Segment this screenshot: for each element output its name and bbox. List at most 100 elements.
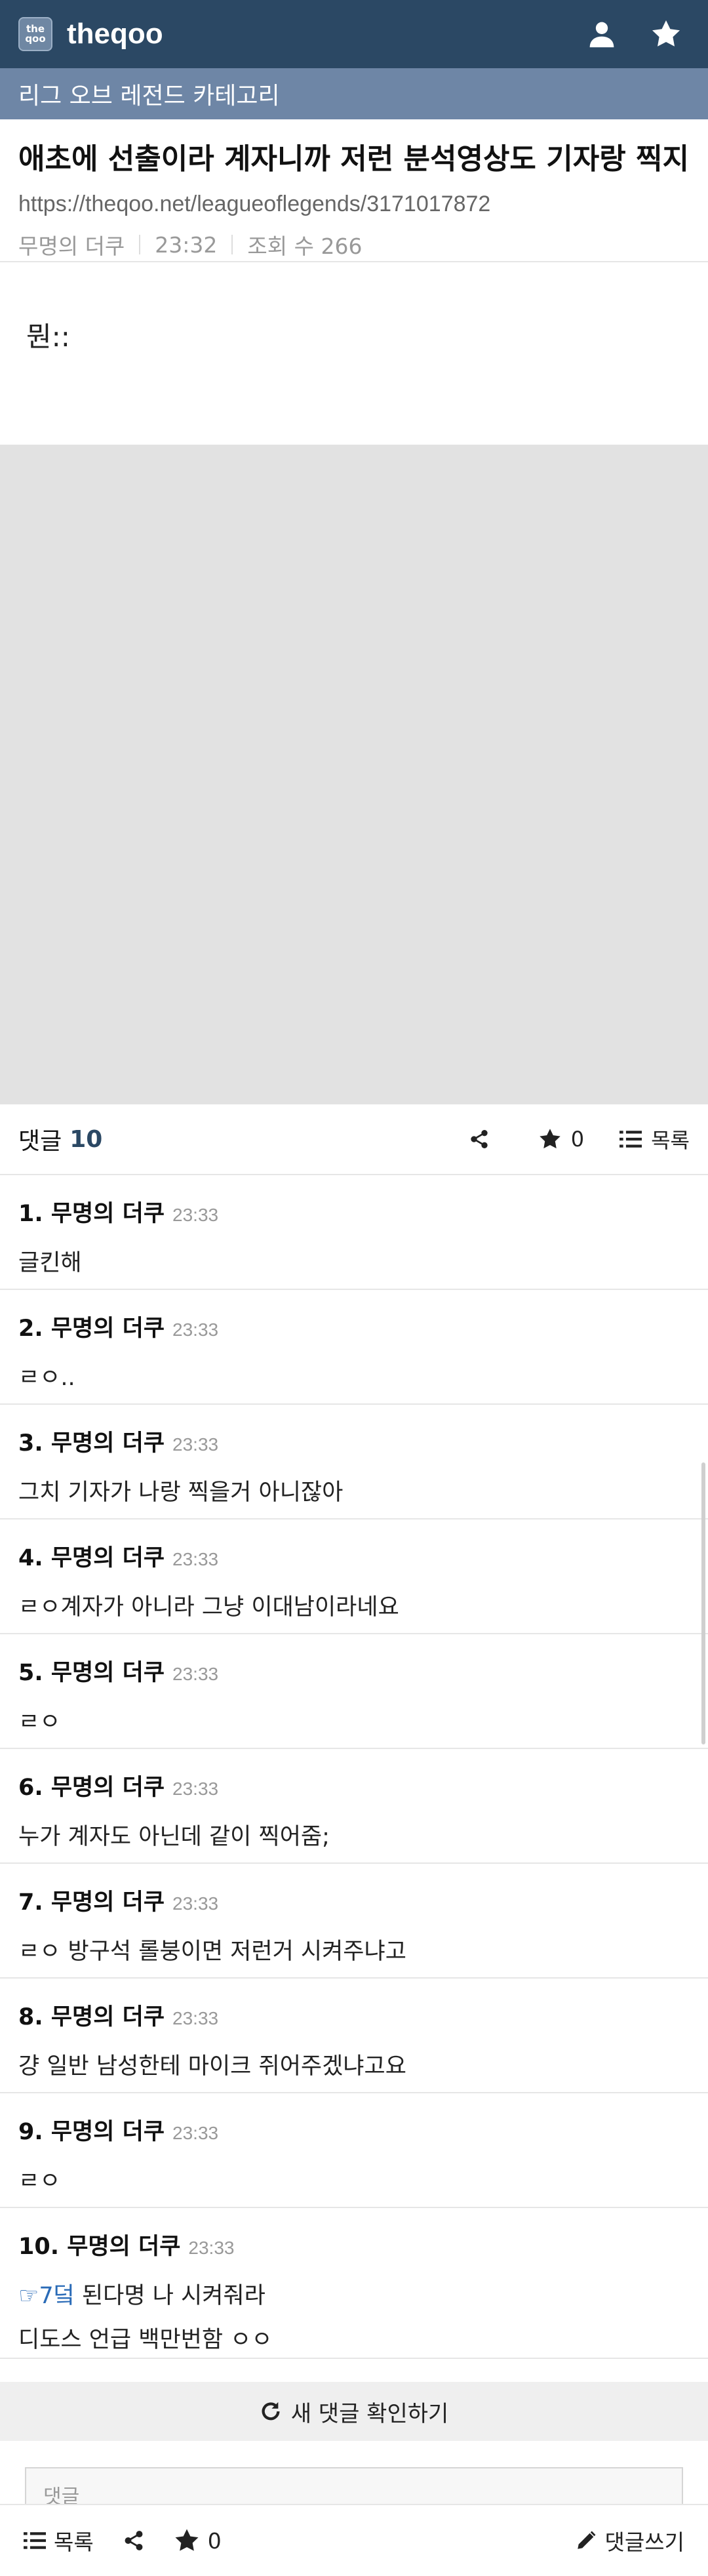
comment-item: 2. 무명의 더쿠 23:33 ㄹㅇ..	[0, 1290, 708, 1405]
share-icon	[125, 2531, 143, 2550]
category-label: 리그 오브 레전드 카테고리	[18, 83, 280, 110]
bottom-bar: 목록 0 댓글쓰기	[0, 2504, 708, 2576]
post-meta: 무명의 더쿠 23:32 조회 수 266	[18, 229, 690, 260]
star-icon[interactable]	[650, 18, 682, 50]
comment-text: 누가 계자도 아닌데 같이 찍어줌;	[18, 1824, 330, 1850]
comment-number: 5.	[18, 1660, 43, 1686]
comment-text: ☞7덬 된다명 나 시켜줘라	[18, 2277, 690, 2310]
comments-count: 10	[69, 1125, 103, 1153]
meta-divider	[139, 235, 141, 254]
comment-number: 6.	[18, 1775, 43, 1801]
comment-number: 10.	[18, 2234, 60, 2260]
star-icon	[175, 2529, 199, 2551]
write-comment-button[interactable]: 댓글쓰기	[575, 2525, 684, 2556]
pencil-icon	[577, 2531, 596, 2549]
comment-item: 5. 무명의 더쿠 23:33 ㄹㅇ	[0, 1634, 708, 1749]
comment-actions: 0 목록	[469, 1124, 690, 1154]
comment-time: 23:33	[172, 1434, 219, 1455]
comment-number: 1.	[18, 1201, 43, 1227]
top-bar: the qoo theqoo	[0, 0, 708, 68]
comment-item: 4. 무명의 더쿠 23:33 ㄹㅇ계자가 아니라 그냥 이대남이라네요	[0, 1519, 708, 1634]
comment-time: 23:33	[172, 2008, 219, 2028]
comment-author[interactable]: 무명의 더쿠	[51, 1310, 165, 1343]
comment-text: 걍 일반 남성한테 마이크 쥐어주겠냐고요	[18, 2053, 406, 2080]
scrap-button[interactable]: 0	[538, 1127, 584, 1152]
post-author: 무명의 더쿠	[18, 233, 125, 259]
user-icon[interactable]	[587, 20, 616, 49]
reply-link[interactable]: ☞7덬	[18, 2283, 75, 2309]
comment-number: 8.	[18, 2004, 43, 2030]
comment-author[interactable]: 무명의 더쿠	[51, 1998, 165, 2032]
list-button[interactable]: 목록	[620, 1124, 690, 1154]
comment-text: ㄹㅇ	[18, 1709, 61, 1735]
star-count: 0	[570, 1127, 585, 1152]
star-icon	[540, 1129, 560, 1149]
list-icon	[24, 2532, 46, 2549]
bottom-list-button[interactable]: 목록	[24, 2525, 94, 2556]
comments-header: 댓글 10 0 목록	[0, 1104, 708, 1175]
share-icon	[471, 1130, 488, 1148]
comment-item: 9. 무명의 더쿠 23:33 ㄹㅇ	[0, 2093, 708, 2208]
comment-text: ㄹㅇ	[18, 2168, 61, 2194]
comment-text: ㄹㅇ 방구석 롤붕이면 저런거 시켜주냐고	[18, 1939, 406, 1965]
comment-time: 23:33	[172, 1893, 219, 1914]
post-header: 애초에 선출이라 계자니까 저런 분석영상도 기자랑 찍지.. https://…	[0, 119, 708, 262]
comment-text-line: 된다명 나 시켜줘라	[74, 2283, 266, 2309]
post-body: 뭔::	[0, 262, 708, 445]
top-icons	[587, 18, 690, 50]
comment-text-line: 디도스 언급 백만번함 ㅇㅇ	[18, 2327, 273, 2353]
comment-author[interactable]: 무명의 더쿠	[67, 2228, 180, 2261]
comment-item: 3. 무명의 더쿠 23:33 그치 기자가 나랑 찍을거 아니잖아	[0, 1405, 708, 1519]
comment-time: 23:33	[172, 2123, 219, 2143]
bottom-star-count: 0	[207, 2527, 222, 2554]
comment-text: ㄹㅇ계자가 아니라 그냥 이대남이라네요	[18, 1594, 399, 1620]
comment-time: 23:33	[172, 1319, 219, 1340]
list-label: 목록	[651, 1128, 690, 1153]
site-name[interactable]: theqoo	[67, 18, 163, 50]
post-url[interactable]: https://theqoo.net/leagueoflegends/31710…	[18, 191, 690, 217]
refresh-icon	[262, 2402, 280, 2421]
comment-time: 23:33	[172, 1779, 219, 1799]
comment-author[interactable]: 무명의 더쿠	[51, 1424, 165, 1458]
refresh-comments-button[interactable]: 새 댓글 확인하기	[0, 2382, 708, 2441]
logo-icon[interactable]: the qoo	[18, 17, 52, 51]
bottom-share-button[interactable]	[123, 2529, 145, 2552]
write-comment-label: 댓글쓰기	[604, 2529, 684, 2555]
media-placeholder	[0, 445, 708, 1104]
comment-author[interactable]: 무명의 더쿠	[51, 1539, 165, 1573]
comment-author[interactable]: 무명의 더쿠	[51, 1769, 165, 1802]
comment-author[interactable]: 무명의 더쿠	[51, 1195, 165, 1228]
post-title: 애초에 선출이라 계자니까 저런 분석영상도 기자랑 찍지..	[18, 142, 690, 176]
meta-divider	[231, 235, 233, 254]
refresh-label: 새 댓글 확인하기	[290, 2400, 449, 2427]
post-body-text: 뭔::	[26, 321, 70, 353]
share-button[interactable]	[469, 1129, 490, 1150]
comment-text: 그치 기자가 나랑 찍을거 아니잖아	[18, 1479, 344, 1506]
category-bar[interactable]: 리그 오브 레전드 카테고리	[0, 68, 708, 119]
bottom-scrap-button[interactable]: 0	[174, 2527, 222, 2554]
list-icon	[620, 1131, 642, 1148]
comment-item: 8. 무명의 더쿠 23:33 걍 일반 남성한테 마이크 쥐어주겠냐고요	[0, 1979, 708, 2093]
comment-number: 4.	[18, 1545, 43, 1571]
comment-text: 글킨해	[18, 1250, 82, 1276]
comment-time: 23:33	[188, 2238, 235, 2258]
comment-item: 10. 무명의 더쿠 23:33 ☞7덬 된다명 나 시켜줘라 디도스 언급 백만…	[0, 2208, 708, 2359]
comment-number: 3.	[18, 1430, 43, 1457]
comment-author[interactable]: 무명의 더쿠	[51, 1883, 165, 1917]
scrollbar[interactable]	[701, 1462, 705, 1744]
post-time: 23:32	[155, 231, 218, 258]
comment-number: 2.	[18, 1316, 43, 1342]
comment-item: 7. 무명의 더쿠 23:33 ㄹㅇ 방구석 롤붕이면 저런거 시켜주냐고	[0, 1864, 708, 1979]
comment-author[interactable]: 무명의 더쿠	[51, 1654, 165, 1687]
comment-time: 23:33	[172, 1664, 219, 1684]
comment-item: 1. 무명의 더쿠 23:33 글킨해	[0, 1175, 708, 1290]
comment-time: 23:33	[172, 1205, 219, 1225]
comment-item: 6. 무명의 더쿠 23:33 누가 계자도 아닌데 같이 찍어줌;	[0, 1749, 708, 1864]
post-views: 조회 수 266	[247, 233, 363, 259]
comment-text: ㄹㅇ..	[18, 1365, 75, 1391]
comment-time: 23:33	[172, 1549, 219, 1569]
comment-list: 1. 무명의 더쿠 23:33 글킨해 2. 무명의 더쿠 23:33 ㄹㅇ.. 3…	[0, 1175, 708, 2359]
comments-label: 댓글	[18, 1128, 62, 1155]
comment-number: 7.	[18, 1889, 43, 1916]
comment-author[interactable]: 무명의 더쿠	[51, 2113, 165, 2146]
